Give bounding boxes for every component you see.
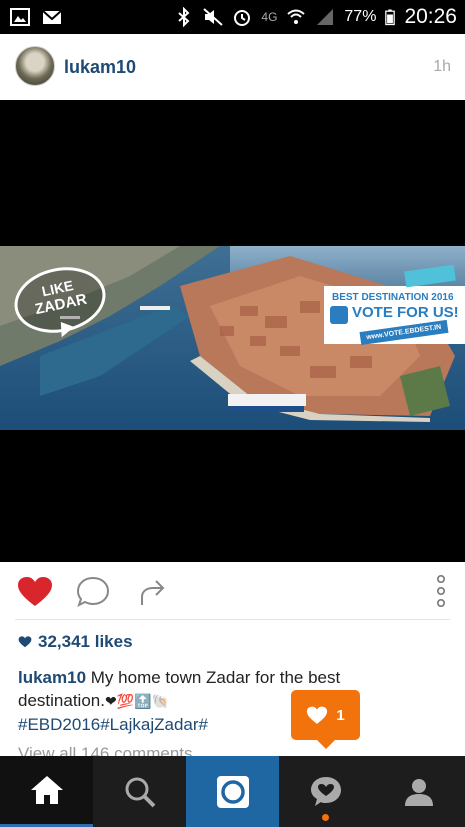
signal-icon [317,9,334,25]
banner-cta: VOTE FOR US! [352,304,459,321]
battery-icon [385,9,396,26]
activity-icon [310,776,341,806]
likes-label: 32,341 likes [38,632,133,651]
clock: 20:26 [404,5,457,28]
caption-username[interactable]: lukam10 [18,668,86,687]
thumbs-up-icon [330,306,348,324]
bluetooth-icon [178,7,190,27]
profile-icon [404,778,433,806]
divider [15,619,450,620]
status-bar: 4G 77% 20:26 [0,0,465,34]
caption-emojis: ❤💯🔝🐚 [104,693,169,709]
post-photo[interactable]: LIKE ZADAR BEST DESTINATION 2016 VOTE FO… [0,246,465,430]
mute-icon [203,8,224,26]
heart-icon [307,706,328,724]
alarm-icon [234,10,251,26]
more-options-icon[interactable] [435,574,447,608]
post-actions [0,562,465,620]
post-header: lukam10 1h [0,34,465,100]
mail-icon [42,10,62,24]
nav-home[interactable] [0,756,93,827]
battery-percent: 77% [344,8,377,25]
activity-dot [322,814,329,821]
home-icon [30,776,63,804]
nav-camera[interactable] [186,756,279,827]
wifi-icon [287,9,306,24]
post-media[interactable]: LIKE ZADAR BEST DESTINATION 2016 VOTE FO… [0,100,465,562]
gallery-icon [10,8,30,26]
nav-search[interactable] [93,756,186,827]
heart-icon[interactable] [17,576,53,608]
nav-profile[interactable] [372,756,465,827]
small-heart-icon [18,636,32,648]
comment-icon[interactable] [76,576,110,608]
banner-title: BEST DESTINATION 2016 [332,292,454,303]
camera-icon [216,775,249,808]
nav-activity[interactable] [279,756,372,827]
caption-hashtags[interactable]: #EBD2016#LajkajZadar# [18,715,208,734]
post-username[interactable]: lukam10 [64,57,136,78]
share-icon[interactable] [138,577,168,607]
avatar[interactable] [15,46,55,86]
network-type: 4G [261,10,278,24]
search-icon [125,777,155,807]
activity-notification[interactable]: 1 [291,690,360,749]
likes-count[interactable]: 32,341 likes [18,632,133,652]
notification-count: 1 [336,706,345,724]
bottom-nav [0,756,465,827]
post-timestamp: 1h [433,58,451,75]
